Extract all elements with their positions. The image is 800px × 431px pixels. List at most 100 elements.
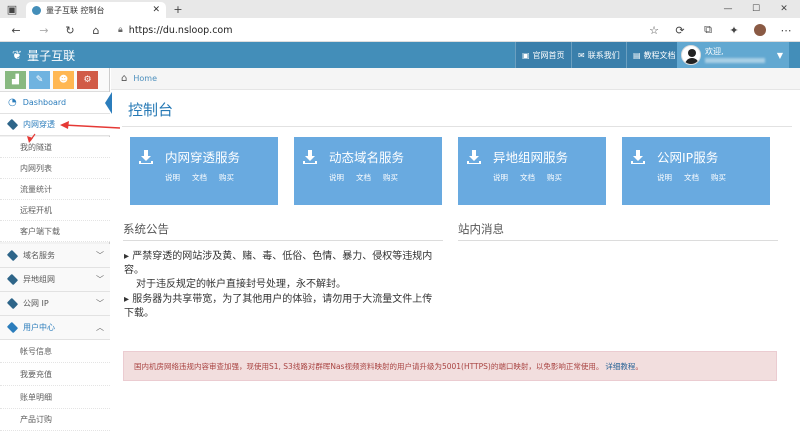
sidebar-item-label: 异地组网 [23,275,55,284]
card-link-intro[interactable]: 说明 [493,172,508,183]
sidebar-sub-item[interactable]: 我的隧道 [0,137,110,158]
card-title: 公网IP服务 [657,150,719,165]
close-tab-icon[interactable]: ✕ [152,5,160,15]
breadcrumb-home-link[interactable]: Home [133,74,157,83]
card-link-docs[interactable]: 文档 [192,172,207,183]
card-title: 动态域名服务 [329,150,405,165]
url-field[interactable]: 🔒︎ https://du.nsloop.com [110,21,670,39]
user-name-redacted [705,58,765,63]
user-menu[interactable]: 欢迎, ▼ [677,42,789,68]
extensions-icon[interactable]: ✦ [726,22,742,38]
refresh-icon[interactable]: ↻ [62,22,78,38]
browser-tab[interactable]: 量子互联 控制台 ✕ [26,2,166,18]
download-icon [631,150,645,164]
users-icon[interactable]: ☻ [53,70,74,89]
new-tab-icon[interactable]: + [170,1,186,17]
close-window-icon[interactable]: ✕ [776,1,792,17]
user-avatar [681,45,701,65]
alert-text: 国内机房网络违规内容审查加强，现使用S1, S3线路对群晖Nas视频资料映射的用… [134,361,604,371]
card-link-buy[interactable]: 购买 [383,172,398,183]
notice-text: 服务器为共享带宽，为了其他用户的体验，请勿用于大流量文件上传下载。 [124,294,433,319]
sidebar-item-domain[interactable]: 域名服务 ﹀ [0,244,110,268]
sidebar-sub-item[interactable]: 产品订购 [0,409,110,431]
nav-link-label: 教程文档 [643,50,676,60]
tag-icon [6,249,19,262]
book-icon: ▤ [633,50,641,60]
card-link-docs[interactable]: 文档 [356,172,371,183]
maximize-icon[interactable]: ☐ [748,1,764,17]
pencil-icon[interactable]: ✎ [29,70,50,89]
sidebar-sub-item[interactable]: 客户端下载 [0,221,110,242]
cogs-icon[interactable]: ⚙ [77,70,98,89]
card-link-buy[interactable]: 购买 [711,172,726,183]
sidebar-item-vpn[interactable]: 异地组网 ﹀ [0,268,110,292]
download-icon [139,150,153,164]
chevron-down-icon: ﹀ [96,251,104,260]
brand[interactable]: ❦ 量子互联 [12,42,75,68]
card-link-intro[interactable]: 说明 [329,172,344,183]
announcement-heading: 系统公告 [123,222,169,236]
nav-link-home[interactable]: ▣ 官网首页 [515,42,571,68]
signal-icon[interactable]: ▟ [5,70,26,89]
service-card-ddns[interactable]: 动态域名服务 说明 文档 购买 [294,137,442,205]
collections-icon[interactable]: ⧉ [700,22,716,38]
sidebar-item-user-center[interactable]: 用户中心 ︿ [0,316,110,340]
home-icon[interactable]: ⌂ [88,22,104,38]
sidebar-item-label: 内网穿透 [23,120,55,129]
sidebar-item-label: 域名服务 [23,251,55,260]
tab-actions-icon[interactable]: ▣ [4,1,20,17]
sidebar-sub-item[interactable]: 流量统计 [0,179,110,200]
chat-icon: ✉ [578,50,585,60]
tag-icon [6,297,19,310]
caret-right-icon: ▸ [124,294,133,305]
sidebar-item-dashboard[interactable]: ◔ Dashboard [0,92,110,114]
alert-tutorial-link[interactable]: 详细教程 [605,361,635,372]
card-link-intro[interactable]: 说明 [165,172,180,183]
messages-heading: 站内消息 [458,222,504,236]
browser-tab-bar: ▣ 量子互联 控制台 ✕ + — ☐ ✕ [0,0,800,18]
sidebar-item-label: 公网 IP [23,299,49,308]
sidebar-item-public-ip[interactable]: 公网 IP ﹀ [0,292,110,316]
tag-icon [6,118,19,131]
notice-item: 对于违反规定的帐户直接封号处理，永不解封。 [124,278,434,292]
card-link-docs[interactable]: 文档 [684,172,699,183]
favorite-star-icon[interactable]: ☆ [646,22,662,38]
messages-divider [458,240,778,241]
download-icon [467,150,481,164]
sidebar-sub-item[interactable]: 内网列表 [0,158,110,179]
sidebar-sub-item[interactable]: 账单明细 [0,386,110,409]
sidebar-item-nat[interactable]: 内网穿透 [0,114,110,136]
card-title: 异地组网服务 [493,150,569,165]
card-link-buy[interactable]: 购买 [547,172,562,183]
chevron-down-icon: ﹀ [96,275,104,284]
more-menu-icon[interactable]: ⋯ [778,22,794,38]
card-link-docs[interactable]: 文档 [520,172,535,183]
dashboard-icon: ◔ [8,97,17,108]
leaf-icon: ❦ [12,48,23,62]
sidebar-sub-item[interactable]: 我要充值 [0,363,110,386]
nav-link-label: 联系我们 [587,50,620,60]
lock-icon: 🔒︎ [118,25,123,35]
service-card-vpn[interactable]: 异地组网服务 说明 文档 购买 [458,137,606,205]
card-link-buy[interactable]: 购买 [219,172,234,183]
card-title: 内网穿透服务 [165,150,241,165]
refresh-cloud-icon[interactable]: ⟳ [672,22,688,38]
forward-icon[interactable]: → [36,22,52,38]
service-card-public-ip[interactable]: 公网IP服务 说明 文档 购买 [622,137,770,205]
app-navbar: ❦ 量子互联 ▣ 官网首页 ✉ 联系我们 ▤ 教程文档 欢迎, ▼ [0,42,800,68]
notice-item: ▸ 严禁穿透的网站涉及黄、赌、毒、低俗、色情、暴力、侵权等违规内容。 [124,250,434,278]
sidebar-sub-item[interactable]: 帐号信息 [0,340,110,363]
back-icon[interactable]: ← [8,22,24,38]
minimize-icon[interactable]: — [720,1,736,17]
title-divider [122,126,792,127]
nav-link-docs[interactable]: ▤ 教程文档 [626,42,682,68]
sidebar-sub-item[interactable]: 远程开机 [0,200,110,221]
profile-avatar[interactable] [752,22,768,38]
notice-item: ▸ 服务器为共享带宽，为了其他用户的体验，请勿用于大流量文件上传下载。 [124,293,434,321]
sidebar-item-label: Dashboard [22,98,67,107]
service-card-nat[interactable]: 内网穿透服务 说明 文档 购买 [130,137,278,205]
card-link-intro[interactable]: 说明 [657,172,672,183]
download-icon [303,150,317,164]
monitor-icon: ▣ [522,50,530,60]
nav-link-contact[interactable]: ✉ 联系我们 [571,42,626,68]
